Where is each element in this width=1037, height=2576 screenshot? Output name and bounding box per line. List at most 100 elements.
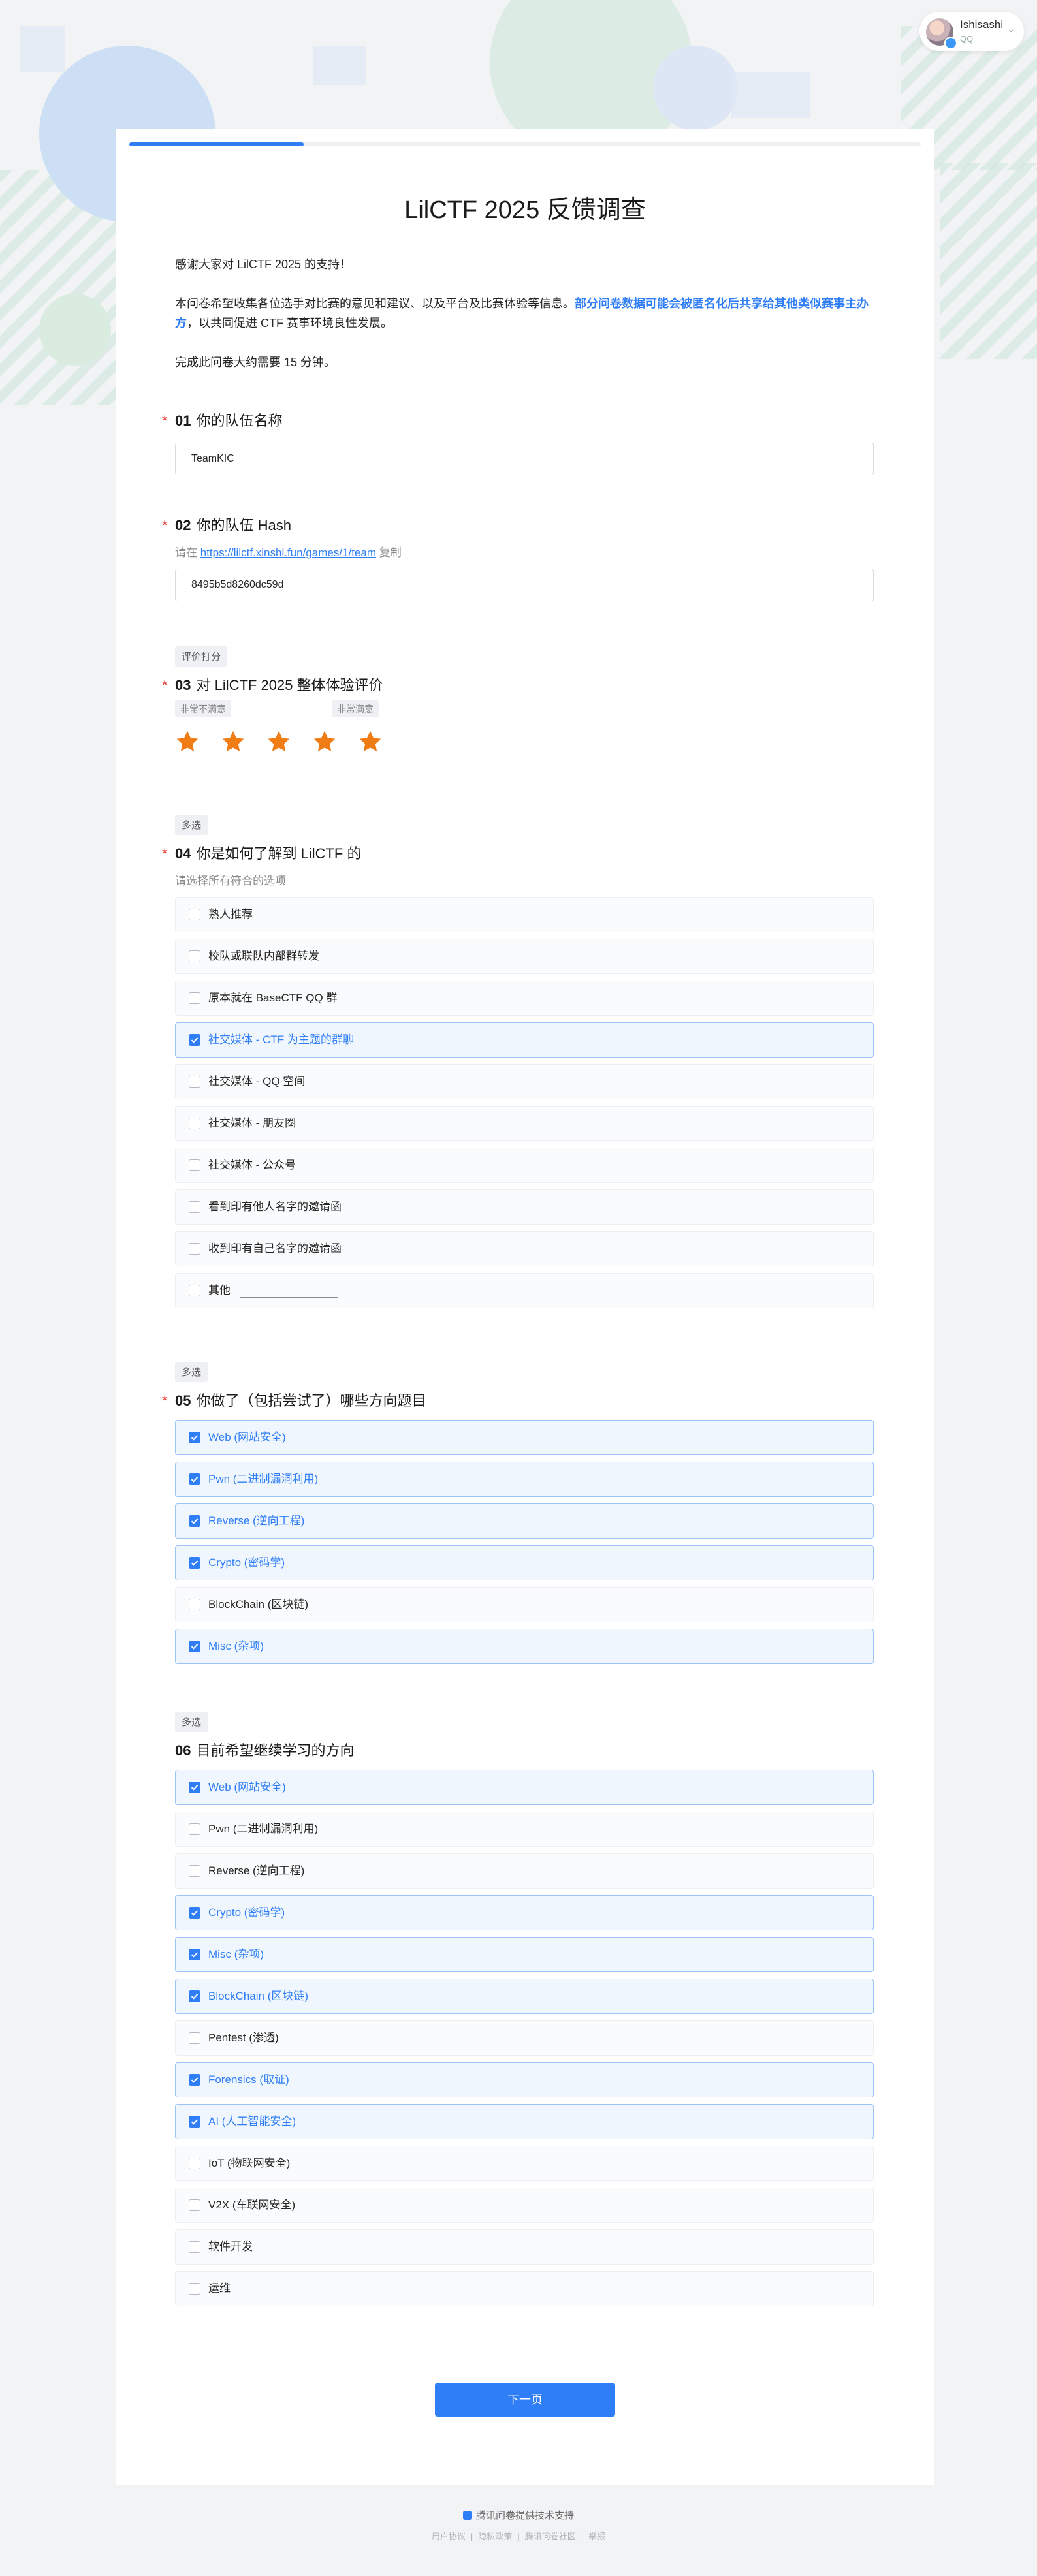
checkbox-option[interactable]: 社交媒体 - CTF 为主题的群聊 [175, 1022, 874, 1058]
footer-brand-text: 腾讯问卷提供技术支持 [475, 2510, 574, 2521]
checkbox-option[interactable]: BlockChain (区块链) [175, 1587, 874, 1622]
checkbox-checked-icon[interactable] [189, 1473, 200, 1485]
question-title: * 02 你的队伍 Hash [162, 516, 875, 535]
checkbox-icon[interactable] [189, 1243, 200, 1255]
checkbox-checked-icon[interactable] [189, 1432, 200, 1443]
checkbox-icon[interactable] [189, 2199, 200, 2211]
checkbox-icon[interactable] [189, 1201, 200, 1213]
checkbox-icon[interactable] [189, 950, 200, 962]
checkbox-checked-icon[interactable] [189, 1641, 200, 1652]
checkbox-icon[interactable] [189, 1076, 200, 1088]
checkbox-option[interactable]: 校队或联队内部群转发 [175, 939, 874, 974]
question-text: 目前希望继续学习的方向 [196, 1742, 355, 1759]
progress-bar-fill [129, 142, 304, 146]
checkbox-option[interactable]: Reverse (逆向工程) [175, 1503, 874, 1539]
checkbox-option[interactable]: Reverse (逆向工程) [175, 1853, 874, 1889]
checkbox-option[interactable]: 软件开发 [175, 2229, 874, 2265]
checkbox-option[interactable]: 社交媒体 - 朋友圈 [175, 1106, 874, 1141]
checkbox-option[interactable]: IoT (物联网安全) [175, 2146, 874, 2181]
checkbox-icon[interactable] [189, 2032, 200, 2044]
question-text: 你的队伍名称 [196, 413, 283, 429]
checkbox-option[interactable]: AI (人工智能安全) [175, 2104, 874, 2139]
checkbox-option[interactable]: 社交媒体 - QQ 空间 [175, 1064, 874, 1099]
intro-description: 本问卷希望收集各位选手对比赛的意见和建议、以及平台及比赛体验等信息。部分问卷数据… [175, 294, 874, 333]
option-label: Crypto (密码学) [208, 1906, 285, 1919]
checkbox-option[interactable]: Crypto (密码学) [175, 1895, 874, 1930]
checkbox-option[interactable]: 原本就在 BaseCTF QQ 群 [175, 981, 874, 1016]
checkbox-checked-icon[interactable] [189, 2116, 200, 2128]
checkbox-checked-icon[interactable] [189, 1907, 200, 1919]
user-login-type: QQ [960, 34, 974, 44]
checkbox-option[interactable]: BlockChain (区块链) [175, 1979, 874, 2014]
footer-link-terms[interactable]: 用户协议 [432, 2532, 466, 2541]
checkbox-option[interactable]: 其他 [175, 1273, 874, 1308]
checkbox-checked-icon[interactable] [189, 2074, 200, 2086]
question-text: 你的队伍 Hash [196, 517, 291, 533]
checkbox-option[interactable]: Misc (杂项) [175, 1629, 874, 1664]
footer-link-community[interactable]: 腾讯问卷社区 [525, 2532, 576, 2541]
survey-card: LilCTF 2025 反馈调查 感谢大家对 LilCTF 2025 的支持！ … [116, 129, 934, 2485]
option-label: BlockChain (区块链) [208, 1598, 309, 1610]
team-hash-input[interactable]: 8495b5d8260dc59d [175, 569, 874, 601]
question-title: * 03 对 LilCTF 2025 整体体验评价 [162, 676, 875, 695]
checkbox-checked-icon[interactable] [189, 1557, 200, 1569]
checkbox-option[interactable]: 社交媒体 - 公众号 [175, 1148, 874, 1183]
checkbox-checked-icon[interactable] [189, 1949, 200, 1960]
question-title: * 05 你做了（包括尝试了）哪些方向题目 [162, 1391, 875, 1411]
footer-link-report[interactable]: 举报 [588, 2532, 605, 2541]
checkbox-checked-icon[interactable] [189, 1782, 200, 1793]
checkbox-option[interactable]: Pwn (二进制漏洞利用) [175, 1462, 874, 1497]
checkbox-option[interactable]: Misc (杂项) [175, 1937, 874, 1972]
checkbox-icon[interactable] [189, 1865, 200, 1877]
checkbox-option[interactable]: 熟人推荐 [175, 897, 874, 932]
footer-link-privacy[interactable]: 隐私政策 [478, 2532, 512, 2541]
checkbox-checked-icon[interactable] [189, 1034, 200, 1046]
checkbox-option[interactable]: 运维 [175, 2271, 874, 2306]
checkbox-icon[interactable] [189, 1823, 200, 1835]
checkbox-icon[interactable] [189, 909, 200, 920]
checkbox-option[interactable]: 收到印有自己名字的邀请函 [175, 1231, 874, 1266]
checkbox-icon[interactable] [189, 1285, 200, 1296]
option-label: IoT (物联网安全) [208, 2157, 291, 2169]
star-icon[interactable] [312, 729, 337, 754]
option-list: Web (网站安全) Pwn (二进制漏洞利用) Reverse (逆向工程) Cry… [175, 1770, 875, 2306]
checkbox-option[interactable]: Pentest (渗透) [175, 2020, 874, 2056]
user-account-menu[interactable]: Ishisashi QQ ⌄ [919, 12, 1024, 51]
question-type-tag: 评价打分 [175, 646, 228, 667]
next-page-button[interactable]: 下一页 [435, 2383, 615, 2417]
checkbox-icon[interactable] [189, 1159, 200, 1171]
star-icon[interactable] [358, 729, 383, 754]
question-text: 你是如何了解到 LilCTF 的 [196, 845, 362, 862]
team-name-input[interactable]: TeamKIC [175, 443, 874, 475]
checkbox-icon[interactable] [189, 992, 200, 1004]
question-how-heard: 多选 * 04 你是如何了解到 LilCTF 的 请选择所有符合的选项 熟人推荐校… [162, 815, 875, 1308]
required-mark: * [162, 517, 168, 533]
checkbox-checked-icon[interactable] [189, 1515, 200, 1527]
option-label: AI (人工智能安全) [208, 2115, 296, 2128]
checkbox-icon[interactable] [189, 2283, 200, 2295]
question-future-learning: 多选 06 目前希望继续学习的方向 Web (网站安全) Pwn (二进制漏洞利用)… [175, 1712, 875, 2306]
checkbox-icon[interactable] [189, 2158, 200, 2169]
star-icon[interactable] [221, 729, 246, 754]
chevron-down-icon: ⌄ [1007, 24, 1015, 34]
other-text-input[interactable] [240, 1297, 338, 1298]
checkbox-option[interactable]: 看到印有他人名字的邀请函 [175, 1189, 874, 1225]
checkbox-option[interactable]: Pwn (二进制漏洞利用) [175, 1812, 874, 1847]
checkbox-icon[interactable] [189, 1599, 200, 1610]
star-icon[interactable] [266, 729, 291, 754]
checkbox-option[interactable]: Web (网站安全) [175, 1420, 874, 1455]
question-number: 04 [175, 845, 191, 862]
option-label: Web (网站安全) [208, 1431, 286, 1443]
checkbox-option[interactable]: Crypto (密码学) [175, 1545, 874, 1580]
checkbox-option[interactable]: V2X (车联网安全) [175, 2188, 874, 2223]
team-page-link[interactable]: https://lilctf.xinshi.fun/games/1/team [200, 546, 376, 559]
star-icon[interactable] [175, 729, 200, 754]
checkbox-icon[interactable] [189, 1118, 200, 1129]
checkbox-checked-icon[interactable] [189, 1990, 200, 2002]
checkbox-option[interactable]: Web (网站安全) [175, 1770, 874, 1805]
checkbox-option[interactable]: Forensics (取证) [175, 2062, 874, 2097]
checkbox-icon[interactable] [189, 2241, 200, 2253]
question-number: 03 [175, 677, 191, 693]
option-label: Crypto (密码学) [208, 1556, 285, 1569]
option-label: Misc (杂项) [208, 1948, 264, 1960]
